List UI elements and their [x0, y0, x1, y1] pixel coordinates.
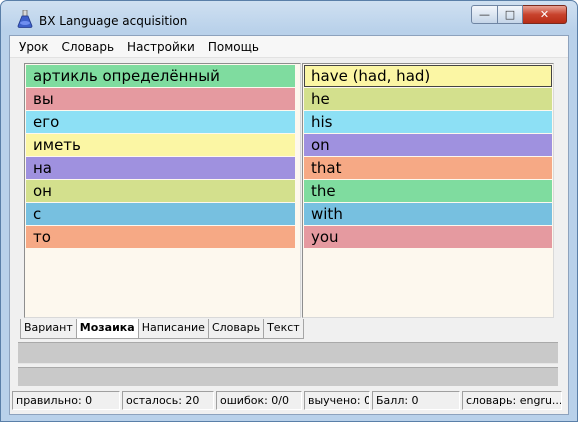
minimize-icon: — — [479, 8, 490, 21]
russian-word-item[interactable]: то — [26, 226, 295, 248]
maximize-button[interactable]: □ — [498, 5, 523, 24]
english-word-item[interactable]: have (had, had) — [304, 65, 552, 87]
russian-word-item[interactable]: его — [26, 111, 295, 133]
english-word-item[interactable]: on — [304, 134, 552, 156]
english-word-item[interactable]: you — [304, 226, 552, 248]
close-icon: ✕ — [539, 8, 550, 21]
russian-word-list[interactable]: артикль определённый вы его иметь на он с то — [24, 63, 301, 318]
app-window: BX Language acquisition — □ ✕ Урок Слова… — [0, 0, 578, 422]
tab-4[interactable]: Словарь — [207, 319, 265, 339]
english-word-item[interactable]: the — [304, 180, 552, 202]
english-word-list[interactable]: have (had, had) he his on that the with you — [302, 63, 554, 318]
info-strip — [18, 367, 558, 386]
maximize-icon: □ — [504, 8, 516, 21]
mode-tabs: Вариант Мозаика Написание Словарь Текст — [20, 319, 304, 339]
english-word-item[interactable]: his — [304, 111, 552, 133]
tab-5[interactable]: Текст — [263, 319, 304, 339]
russian-word-item[interactable]: с — [26, 203, 295, 225]
menu-bar: Урок Словарь Настройки Помощь — [10, 36, 568, 58]
tab-2[interactable]: Мозаика — [75, 319, 139, 339]
menu-dictionary[interactable]: Словарь — [62, 40, 115, 54]
russian-word-item[interactable]: он — [26, 180, 295, 202]
status-bar: правильно: 0 осталось: 20 ошибок: 0/0 вы… — [12, 391, 566, 410]
status-learned: выучено: 0 — [304, 391, 370, 410]
menu-lesson[interactable]: Урок — [19, 40, 49, 54]
menu-help[interactable]: Помощь — [208, 40, 259, 54]
russian-word-item[interactable]: на — [26, 157, 295, 179]
tab-1[interactable]: Вариант — [20, 319, 77, 339]
russian-word-item[interactable]: артикль определённый — [26, 65, 295, 87]
close-button[interactable]: ✕ — [523, 5, 567, 24]
window-title: BX Language acquisition — [39, 14, 188, 28]
flask-icon — [17, 9, 33, 28]
status-dictionary: словарь: engru... — [462, 391, 562, 410]
english-word-item[interactable]: that — [304, 157, 552, 179]
russian-word-item[interactable]: вы — [26, 88, 295, 110]
status-correct: правильно: 0 — [12, 391, 120, 410]
status-remaining: осталось: 20 — [122, 391, 214, 410]
russian-word-item[interactable]: иметь — [26, 134, 295, 156]
input-strip — [18, 342, 558, 364]
english-word-item[interactable]: with — [304, 203, 552, 225]
minimize-button[interactable]: — — [471, 5, 498, 24]
menu-settings[interactable]: Настройки — [127, 40, 195, 54]
status-score: Балл: 0 — [372, 391, 460, 410]
client-area: Урок Словарь Настройки Помощь артикль оп… — [9, 35, 569, 415]
english-word-item[interactable]: he — [304, 88, 552, 110]
title-bar[interactable]: BX Language acquisition — □ ✕ — [1, 1, 577, 35]
status-errors: ошибок: 0/0 — [216, 391, 302, 410]
tab-3[interactable]: Написание — [137, 319, 209, 339]
